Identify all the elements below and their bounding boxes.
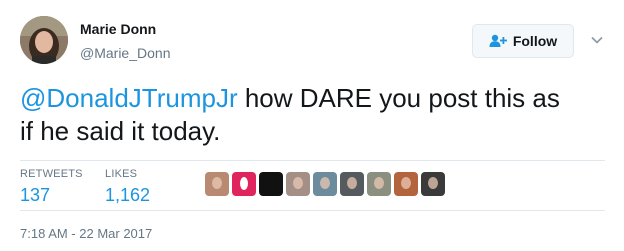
liker-avatar[interactable]	[205, 172, 229, 196]
liker-avatar-face	[347, 177, 357, 189]
chevron-down-icon[interactable]	[590, 33, 604, 47]
timestamp[interactable]: 7:18 AM - 22 Mar 2017	[20, 226, 152, 241]
divider-bottom	[20, 210, 605, 211]
likes-label: LIKES	[105, 168, 138, 180]
tweet-card: Marie Donn @Marie_Donn Follow @DonaldJTr…	[0, 0, 624, 251]
display-name[interactable]: Marie Donn	[80, 21, 156, 37]
person-add-icon	[489, 34, 507, 47]
liker-avatar[interactable]	[421, 172, 445, 196]
liker-avatar[interactable]	[313, 172, 337, 196]
liker-avatar[interactable]	[232, 172, 256, 196]
liker-avatar-face	[212, 177, 222, 189]
mention-link[interactable]: @DonaldJTrumpJr	[20, 83, 238, 113]
liker-avatar[interactable]	[394, 172, 418, 196]
liker-avatar[interactable]	[259, 172, 283, 196]
likes-count: 1,162	[105, 185, 151, 205]
liker-avatar[interactable]	[286, 172, 310, 196]
divider-top	[20, 160, 605, 161]
liker-avatar-face	[374, 177, 384, 189]
retweets-stat[interactable]: RETWEETS 137	[20, 168, 83, 206]
liker-avatar-logo	[240, 177, 248, 190]
tweet-text-line1: how DARE you post this as	[237, 83, 560, 113]
tweet-text: @DonaldJTrumpJr how DARE you post this a…	[20, 82, 610, 148]
avatar-photo	[20, 16, 68, 64]
tweet-text-line2: if he said it today.	[20, 116, 221, 146]
retweets-count: 137	[20, 185, 51, 205]
avatar[interactable]	[20, 16, 68, 64]
user-handle[interactable]: @Marie_Donn	[80, 45, 170, 61]
liker-avatar[interactable]	[340, 172, 364, 196]
likes-stat[interactable]: LIKES 1,162	[105, 168, 150, 206]
liker-avatar-face	[428, 177, 438, 189]
liker-avatar-face	[401, 177, 411, 189]
retweets-label: RETWEETS	[20, 168, 83, 180]
liker-avatar-face	[293, 177, 303, 189]
follow-label: Follow	[512, 33, 558, 49]
liker-avatar-face	[320, 177, 330, 189]
liker-avatar[interactable]	[367, 172, 391, 196]
follow-button[interactable]: Follow	[472, 24, 574, 58]
